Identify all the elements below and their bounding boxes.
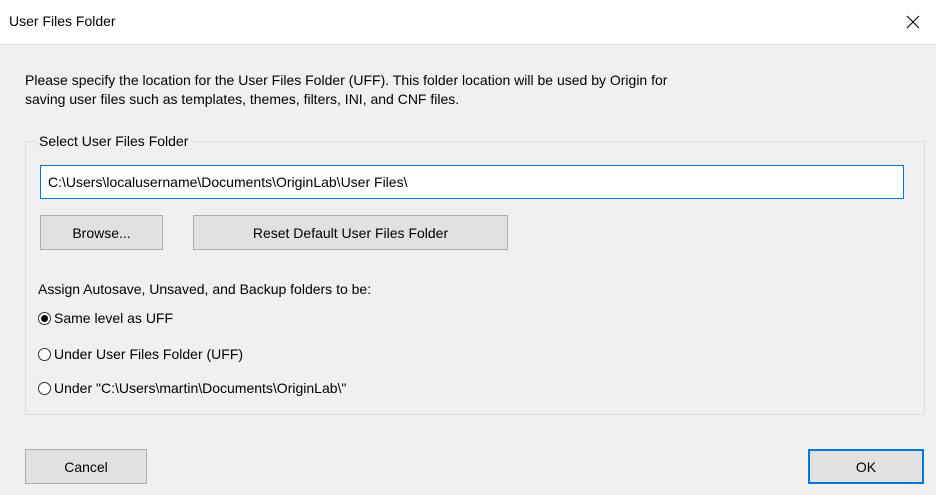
radio-label-under-documents: Under "C:\Users\martin\Documents\OriginL…	[54, 380, 347, 396]
ok-button[interactable]: OK	[808, 449, 924, 484]
title-bar: User Files Folder	[0, 0, 936, 44]
radio-dot	[41, 314, 48, 322]
cancel-button[interactable]: Cancel	[25, 449, 147, 484]
radio-same-level-uff[interactable]: Same level as UFF	[38, 308, 173, 328]
reset-default-folder-button[interactable]: Reset Default User Files Folder	[193, 215, 508, 250]
select-folder-group-title: Select User Files Folder	[36, 133, 192, 149]
dialog-body: Please specify the location for the User…	[0, 44, 936, 495]
assign-folders-label: Assign Autosave, Unsaved, and Backup fol…	[38, 281, 372, 297]
description-line-1: Please specify the location for the User…	[25, 72, 668, 88]
radio-unselected-icon[interactable]	[38, 347, 51, 361]
radio-unselected-icon[interactable]	[38, 381, 51, 395]
close-icon	[906, 15, 920, 29]
radio-selected-icon[interactable]	[38, 311, 51, 325]
radio-label-same-level: Same level as UFF	[54, 310, 174, 326]
radio-under-uff[interactable]: Under User Files Folder (UFF)	[38, 344, 243, 364]
folder-path-input[interactable]	[40, 165, 904, 199]
radio-label-under-uff: Under User Files Folder (UFF)	[54, 346, 244, 362]
radio-under-documents[interactable]: Under "C:\Users\martin\Documents\OriginL…	[38, 378, 346, 398]
description-line-2: saving user files such as templates, the…	[25, 91, 460, 107]
browse-button[interactable]: Browse...	[40, 215, 163, 250]
description-text: Please specify the location for the User…	[25, 71, 825, 109]
window-title: User Files Folder	[9, 13, 116, 29]
close-button[interactable]	[890, 0, 936, 44]
